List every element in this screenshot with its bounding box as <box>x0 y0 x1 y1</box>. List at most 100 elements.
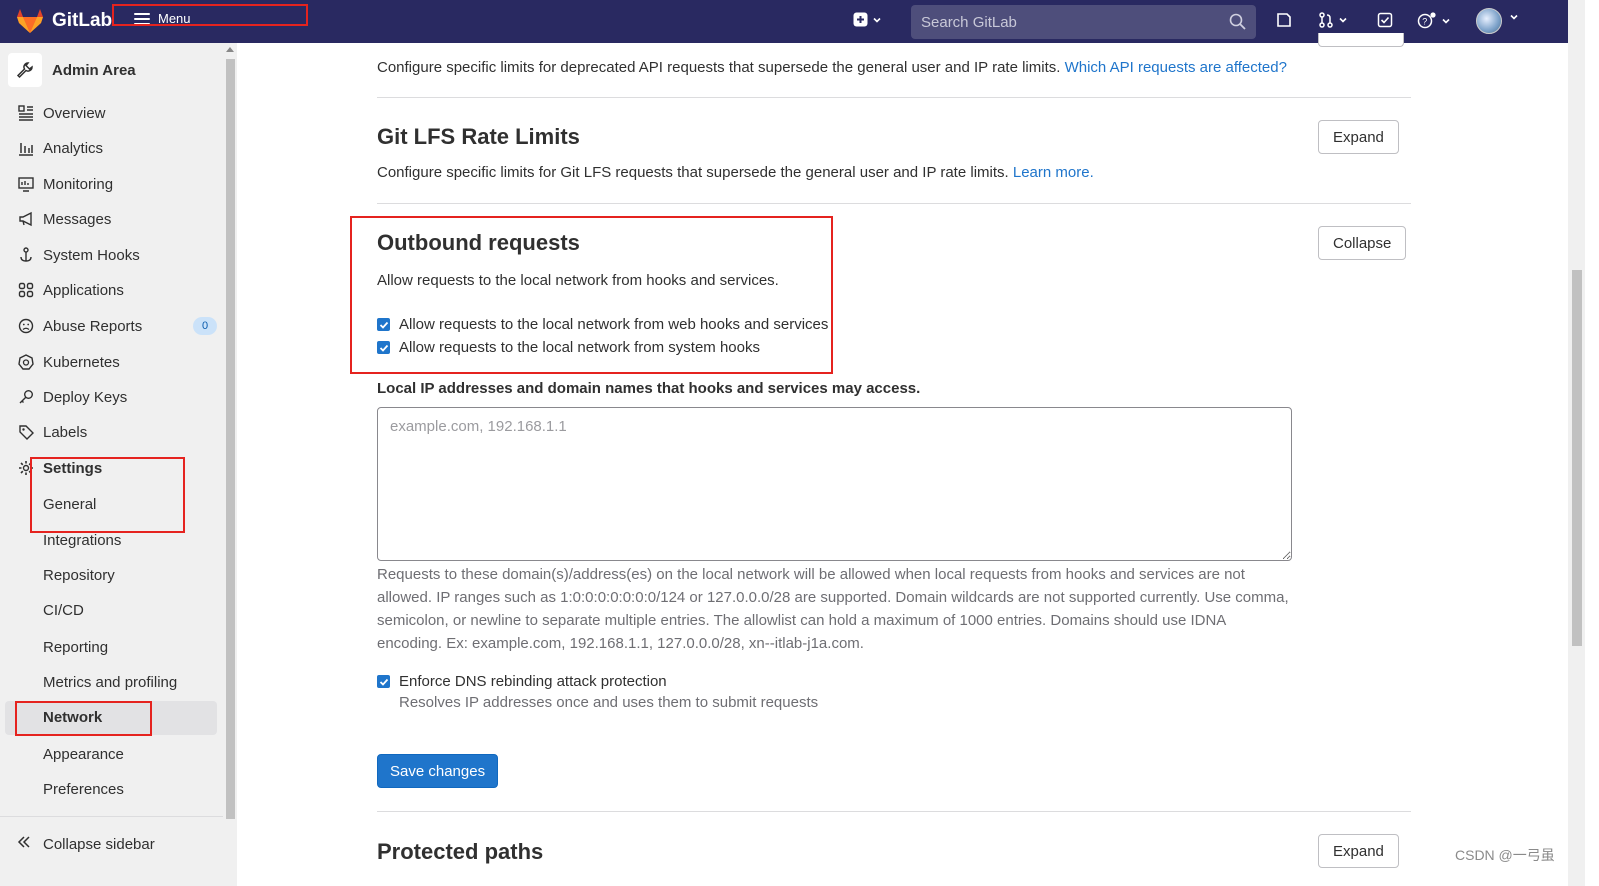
todo-check-icon <box>1377 12 1393 28</box>
analytics-icon <box>17 139 35 157</box>
todos-button[interactable] <box>1377 12 1393 28</box>
sidebar-sub-repository[interactable]: Repository <box>43 563 115 587</box>
sidebar-sub-cicd[interactable]: CI/CD <box>43 598 84 622</box>
page-scroll-track[interactable] <box>1568 0 1585 886</box>
new-dropdown[interactable] <box>853 12 882 27</box>
main-content: Configure specific limits for deprecated… <box>237 33 1568 886</box>
network-highlight-annotation <box>15 701 152 736</box>
git-lfs-desc-text: Configure specific limits for Git LFS re… <box>377 164 1009 181</box>
page-scroll-thumb[interactable] <box>1572 270 1582 646</box>
overview-icon <box>17 104 35 122</box>
git-lfs-expand-button[interactable]: Expand <box>1318 120 1399 154</box>
sidebar-item-label: Monitoring <box>43 175 114 193</box>
deprecated-api-section: Configure specific limits for deprecated… <box>377 59 1411 76</box>
git-lfs-section: Git LFS Rate Limits Configure specific l… <box>377 124 1411 181</box>
sidebar-item-label: Overview <box>43 104 106 122</box>
svg-text:?: ? <box>1422 17 1427 27</box>
sidebar-scroll-thumb[interactable] <box>226 59 235 819</box>
outbound-collapse-button[interactable]: Collapse <box>1318 226 1407 260</box>
checkbox-checked-icon[interactable] <box>377 675 390 688</box>
sidebar-header[interactable]: Admin Area <box>8 53 136 87</box>
search-input[interactable] <box>921 13 1221 31</box>
allowlist-textarea[interactable] <box>377 407 1292 561</box>
gitlab-tanuki-icon <box>17 9 43 33</box>
user-menu-chevron[interactable] <box>1509 12 1519 22</box>
outbound-highlight-annotation <box>350 216 833 374</box>
allowlist-label: Local IP addresses and domain names that… <box>377 380 921 397</box>
search-icon <box>1229 13 1246 30</box>
sidebar-sub-metrics[interactable]: Metrics and profiling <box>43 670 177 694</box>
sidebar-item-overview[interactable]: Overview <box>17 101 106 125</box>
user-avatar[interactable] <box>1476 8 1502 34</box>
sidebar-sub-reporting[interactable]: Reporting <box>43 635 108 659</box>
dns-rebinding-checkbox-row[interactable]: Enforce DNS rebinding attack protection <box>377 673 667 690</box>
sidebar-item-label: Labels <box>43 423 88 441</box>
section-divider <box>377 97 1411 98</box>
page-scrollbar[interactable] <box>1568 0 1599 886</box>
git-lfs-description: Configure specific limits for Git LFS re… <box>377 164 1411 181</box>
dns-rebinding-label: Enforce DNS rebinding attack protection <box>399 673 667 690</box>
gitlab-logo[interactable]: GitLab <box>16 8 112 34</box>
sidebar-item-monitoring[interactable]: Monitoring <box>17 172 113 196</box>
watermark-text: CSDN @一弓虽 <box>1455 847 1555 863</box>
deprecated-api-desc-text: Configure specific limits for deprecated… <box>377 59 1061 76</box>
sidebar-item-label: Abuse Reports <box>43 317 143 335</box>
chevron-down-icon <box>1510 14 1518 20</box>
help-dropdown[interactable]: ? <box>1417 12 1451 29</box>
monitoring-icon <box>17 175 35 193</box>
deprecated-api-description: Configure specific limits for deprecated… <box>377 59 1411 76</box>
sidebar-footer: Collapse sidebar <box>0 816 223 886</box>
kubernetes-icon <box>17 353 35 371</box>
scroll-up-arrow-icon[interactable] <box>226 47 234 52</box>
merge-request-icon <box>1319 12 1333 28</box>
git-lfs-title: Git LFS Rate Limits <box>377 124 580 149</box>
wrench-icon <box>8 53 42 87</box>
search-box[interactable] <box>911 5 1256 39</box>
collapse-sidebar-button[interactable]: Collapse sidebar <box>17 835 155 853</box>
sidebar-item-label: Messages <box>43 210 112 228</box>
sidebar-item-system-hooks[interactable]: System Hooks <box>17 243 140 267</box>
sidebar-item-label: Kubernetes <box>43 353 120 371</box>
issues-button[interactable] <box>1276 12 1292 28</box>
sidebar-item-label: System Hooks <box>43 246 140 264</box>
admin-sidebar: Admin Area Overview Analytics Monitoring… <box>0 43 237 886</box>
deprecated-api-link[interactable]: Which API requests are affected? <box>1065 59 1287 76</box>
abuse-icon <box>17 317 35 335</box>
sidebar-item-label: Analytics <box>43 139 104 157</box>
collapse-sidebar-label: Collapse sidebar <box>43 835 155 853</box>
sidebar-item-analytics[interactable]: Analytics <box>17 136 103 160</box>
sidebar-item-messages[interactable]: Messages <box>17 207 111 231</box>
protected-paths-section: Protected paths <box>377 839 1411 865</box>
messages-icon <box>17 210 35 228</box>
sidebar-item-deploy-keys[interactable]: Deploy Keys <box>17 385 127 409</box>
label-icon <box>17 423 35 441</box>
issues-icon <box>1277 13 1291 27</box>
git-lfs-learn-more-link[interactable]: Learn more. <box>1013 164 1094 181</box>
menu-highlight-annotation <box>112 4 308 26</box>
plus-square-icon <box>853 12 868 27</box>
sidebar-item-abuse-reports[interactable]: Abuse Reports 0 <box>17 314 217 338</box>
protected-paths-expand-button[interactable]: Expand <box>1318 834 1399 868</box>
sidebar-sub-preferences[interactable]: Preferences <box>43 777 124 801</box>
help-icon: ? <box>1417 12 1436 29</box>
sidebar-sub-appearance[interactable]: Appearance <box>43 742 124 766</box>
allowlist-help-text: Requests to these domain(s)/address(es) … <box>377 566 1289 652</box>
sidebar-scrollbar[interactable] <box>223 43 237 886</box>
deprecated-api-expand-button-partial[interactable] <box>1318 33 1404 47</box>
chevron-down-icon <box>873 17 881 23</box>
save-changes-button[interactable]: Save changes <box>377 754 499 788</box>
protected-paths-title: Protected paths <box>377 839 544 864</box>
sidebar-item-labels[interactable]: Labels <box>17 420 87 444</box>
sidebar-item-applications[interactable]: Applications <box>17 278 124 302</box>
sidebar-title: Admin Area <box>52 61 136 79</box>
sidebar-item-label: Deploy Keys <box>43 388 128 406</box>
merge-requests-dropdown[interactable] <box>1318 12 1348 28</box>
abuse-count-badge: 0 <box>193 317 217 335</box>
dns-rebinding-help: Resolves IP addresses once and uses them… <box>399 694 819 711</box>
section-divider <box>377 811 1411 812</box>
double-chevron-left-icon <box>17 835 35 853</box>
chevron-down-icon <box>1442 18 1450 24</box>
sidebar-item-kubernetes[interactable]: Kubernetes <box>17 350 120 374</box>
hook-icon <box>17 246 35 264</box>
brand-name: GitLab <box>52 10 113 31</box>
